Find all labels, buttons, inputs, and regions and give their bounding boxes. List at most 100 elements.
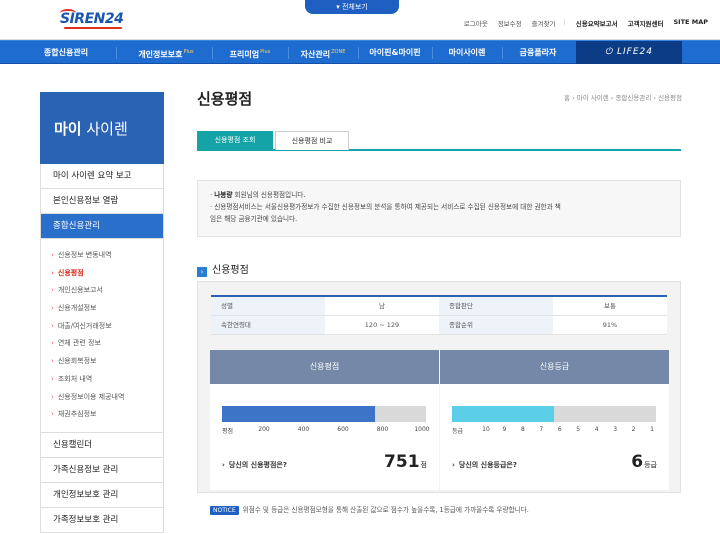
nav-my-siren[interactable]: 마이사이렌 — [434, 41, 500, 64]
top-bar: SIREN24 ▾ 전체보기 로그아웃 정보수정 즐겨찾기 | 신용요약보고서 … — [0, 0, 720, 40]
axis-tick-label: 1 — [650, 426, 654, 433]
tab-score-compare[interactable]: 신용평점 비교 — [275, 131, 349, 150]
info-box: · 나봉량 회원님의 신용평점입니다. · 신용평점서비스는 서울신용평가정보가… — [197, 180, 681, 237]
sidebar-item-calendar[interactable]: 신용캘린더 — [41, 433, 163, 458]
logo-text: SIREN24 — [60, 11, 124, 27]
score-axis: 평점 200 400 600 800 1000 — [222, 426, 430, 436]
table-value: 남 — [379, 302, 385, 310]
divider: | — [563, 18, 566, 26]
info-line-member: · 나봉량 회원님의 신용평점입니다. — [210, 191, 306, 199]
table-row: 성별 남 종합판단 보통 — [211, 297, 667, 316]
sidebar-item-credit-management[interactable]: 종합신용관리 — [41, 214, 163, 239]
logo-underline — [64, 27, 122, 29]
nav-divider — [288, 47, 289, 59]
submenu-item[interactable]: 개인신용보고서 — [51, 282, 163, 300]
edit-info-link[interactable]: 정보수정 — [498, 18, 522, 28]
submenu-item[interactable]: 대출/여신거래정보 — [51, 318, 163, 336]
customer-center-link[interactable]: 고객지원센터 — [628, 18, 664, 28]
main-navigation: 종합신용관리 개인정보보호Plus 프리미엄Plus 자산관리ZONE 아이핀&… — [0, 40, 720, 64]
table-value: 보통 — [604, 302, 616, 310]
life24-button[interactable]: ⏻ LIFE24 — [576, 41, 682, 64]
top-utility-nav: 로그아웃 정보수정 즐겨찾기 | 신용요약보고서 고객지원센터 SITE MAP — [454, 18, 708, 28]
grade-bar — [452, 406, 656, 422]
page-title: 신용평점 — [197, 90, 253, 108]
axis-tick-label: 3 — [613, 426, 618, 433]
all-view-button[interactable]: ▾ 전체보기 — [305, 0, 399, 14]
submenu-item-active[interactable]: 신용평점 — [51, 265, 163, 283]
table-label: 종합순위 — [439, 316, 553, 334]
table-label: 성별 — [211, 297, 325, 315]
submenu-item[interactable]: 연체 관련 정보 — [51, 335, 163, 353]
axis-tick-label: 9 — [502, 426, 507, 433]
nav-divider — [432, 47, 433, 59]
axis-tick-label: 8 — [520, 426, 525, 433]
sidebar-title: 마이 사이렌 — [40, 92, 164, 164]
nav-divider — [358, 47, 359, 59]
arrow-right-icon: › — [197, 267, 207, 277]
grade-axis: 등급 10 9 8 7 6 5 4 3 2 1 — [452, 426, 660, 436]
tab-bar: 신용평점 조회 신용평점 비교 — [197, 131, 681, 151]
section-title: › 신용평점 — [197, 261, 249, 277]
axis-tick-label: 6 — [557, 426, 562, 433]
axis-tick-label: 2 — [631, 426, 636, 433]
sidebar: 마이 사이렌 마이 사이렌 요약 보고 본인신용정보 열람 종합신용관리 신용정… — [40, 92, 164, 533]
siren24-logo[interactable]: SIREN24 — [60, 9, 124, 31]
profile-table: 성별 남 종합판단 보통 속한연령대 120 ~ 129 종합순위 91% — [211, 295, 667, 335]
credit-grade-card: 신용등급 등급 10 9 8 7 6 5 4 3 2 1 당신의 신용등급은? 6등급 — [440, 350, 669, 490]
submenu-item[interactable]: 신용개설정보 — [51, 300, 163, 318]
nav-divider — [116, 47, 117, 59]
grade-answer: 6등급 — [631, 452, 657, 472]
sidebar-item-family-credit[interactable]: 가족신용정보 관리 — [41, 458, 163, 483]
score-answer: 751점 — [384, 452, 427, 472]
table-row: 속한연령대 120 ~ 129 종합순위 91% — [211, 316, 667, 335]
axis-tick-label: 7 — [539, 426, 544, 433]
axis-tick-label: 200 — [258, 426, 270, 433]
score-question: 당신의 신용평점은? — [222, 460, 287, 470]
sidebar-submenu: 신용정보 변동내역 신용평점 개인신용보고서 신용개설정보 대출/여신거래정보 … — [41, 239, 163, 433]
info-line-desc: · 신용평점서비스는 서울신용평가정보가 수집한 신용정보의 분석을 통하여 제… — [210, 203, 561, 211]
credit-score-card: 신용평점 평점 200 400 600 800 1000 당신의 신용평점은? 751점 — [210, 350, 439, 490]
table-label: 속한연령대 — [211, 316, 325, 334]
submenu-item[interactable]: 신용정보 변동내역 — [51, 247, 163, 265]
notice-tag: NOTICE — [210, 506, 239, 515]
grade-question: 당신의 신용등급은? — [452, 460, 517, 470]
nav-ipin-mypin[interactable]: 아이핀&마이핀 — [360, 41, 430, 64]
sidebar-item-summary[interactable]: 마이 사이렌 요약 보고 — [41, 164, 163, 189]
sitemap-link[interactable]: SITE MAP — [674, 18, 709, 28]
bookmark-link[interactable]: 즐겨찾기 — [532, 18, 556, 28]
tab-score-view[interactable]: 신용평점 조회 — [197, 131, 273, 150]
axis-tick-label: 800 — [376, 426, 389, 433]
axis-tick-label: 1000 — [414, 426, 430, 433]
sidebar-item-family-privacy[interactable]: 가족정보보호 관리 — [41, 508, 163, 533]
card-header: 신용평점 — [210, 350, 439, 384]
credit-summary-link[interactable]: 신용요약보고서 — [576, 18, 618, 28]
table-label: 종합판단 — [439, 297, 553, 315]
axis-tick-label: 4 — [594, 426, 599, 433]
nav-divider — [212, 47, 213, 59]
score-bar — [222, 406, 426, 422]
nav-finance-plaza[interactable]: 금융플라자 — [504, 41, 572, 64]
nav-asset-zone[interactable]: 자산관리ZONE — [290, 41, 356, 64]
axis-tick-label: 600 — [337, 426, 349, 433]
axis-tick-label: 5 — [576, 426, 581, 433]
logout-link[interactable]: 로그아웃 — [464, 18, 488, 28]
axis-tick-label: 10 — [482, 426, 490, 433]
nav-credit-management[interactable]: 종합신용관리 — [22, 41, 110, 64]
submenu-item[interactable]: 신용회복정보 — [51, 353, 163, 371]
table-value: 120 ~ 129 — [364, 321, 400, 329]
breadcrumb: 홈 › 마이 사이렌 › 종합신용관리 › 신용평점 — [564, 94, 682, 102]
submenu-item[interactable]: 조회처 내역 — [51, 371, 163, 389]
nav-premium-plus[interactable]: 프리미엄Plus — [214, 41, 286, 64]
submenu-item[interactable]: 신용정보이용 제공내역 — [51, 389, 163, 407]
grade-bar-fill — [452, 406, 554, 422]
axis-tick-label: 400 — [297, 426, 310, 433]
sidebar-menu: 마이 사이렌 요약 보고 본인신용정보 열람 종합신용관리 신용정보 변동내역 … — [40, 164, 164, 533]
submenu-item[interactable]: 채권추심정보 — [51, 406, 163, 424]
notice: NOTICE 위점수 및 등급은 신용평점모형을 통해 산출된 값으로 점수가 높… — [210, 504, 529, 515]
axis-prefix-label: 평점 — [222, 428, 234, 435]
nav-privacy-plus[interactable]: 개인정보보호Plus — [120, 41, 212, 64]
sidebar-item-credit-view[interactable]: 본인신용정보 열람 — [41, 189, 163, 214]
card-header: 신용등급 — [440, 350, 669, 384]
info-line-desc-2: 임은 해당 금융기관에 있습니다. — [210, 215, 298, 223]
sidebar-item-privacy[interactable]: 개인정보보호 관리 — [41, 483, 163, 508]
